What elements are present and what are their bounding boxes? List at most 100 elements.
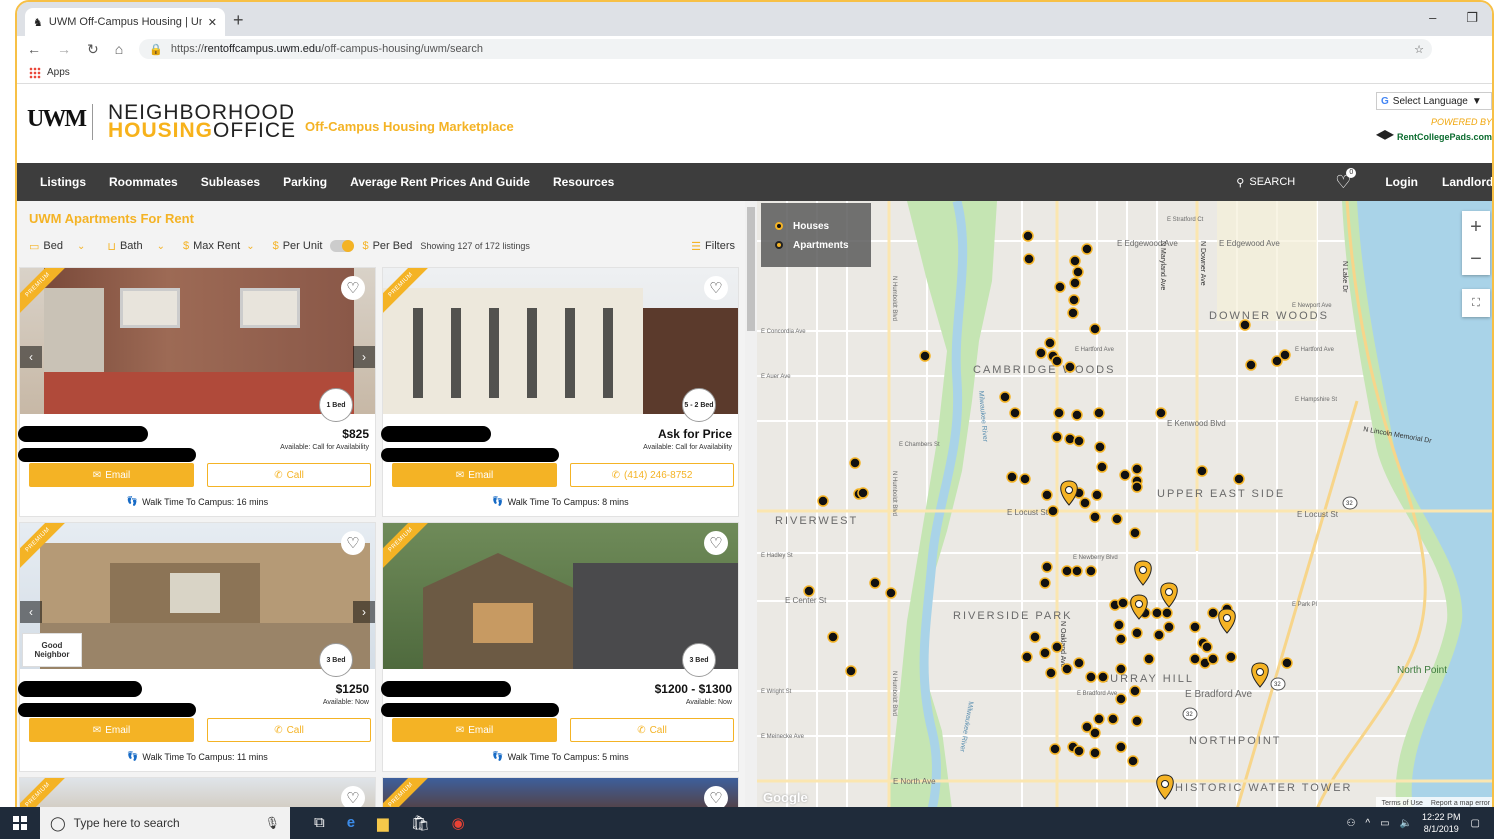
house-marker[interactable] (1161, 607, 1173, 619)
landlords-link[interactable]: Landlords (1442, 175, 1492, 189)
back-icon[interactable]: ← (27, 41, 41, 57)
house-marker[interactable] (1233, 473, 1245, 485)
email-button[interactable]: ✉ Email (29, 718, 194, 742)
house-marker[interactable] (1019, 473, 1031, 485)
house-marker[interactable] (1061, 565, 1073, 577)
network-icon[interactable]: ▭ (1380, 818, 1389, 829)
house-marker[interactable] (1131, 463, 1143, 475)
house-marker[interactable] (1129, 527, 1141, 539)
house-marker[interactable] (1071, 565, 1083, 577)
nav-average-rent[interactable]: Average Rent Prices And Guide (350, 175, 530, 189)
house-marker[interactable] (1041, 489, 1053, 501)
house-marker[interactable] (1085, 671, 1097, 683)
listing-card[interactable]: PREMIUM ♡ 3 Bed $1200 - $1300 Available:… (381, 522, 739, 772)
house-marker[interactable] (1131, 715, 1143, 727)
file-explorer-icon[interactable]: ▆ (377, 814, 389, 832)
new-tab-button[interactable]: + (233, 10, 244, 31)
terms-link[interactable]: Terms of Use (1382, 800, 1423, 807)
favorites-heart-icon[interactable]: ♡ 0 (1335, 167, 1357, 193)
house-marker[interactable] (1039, 577, 1051, 589)
bath-filter[interactable]: ⊔ Bath ⌄ (107, 240, 165, 253)
nav-parking[interactable]: Parking (283, 175, 327, 189)
house-marker[interactable] (1096, 461, 1108, 473)
house-marker[interactable] (1081, 243, 1093, 255)
house-marker[interactable] (1049, 743, 1061, 755)
house-marker[interactable] (1143, 653, 1155, 665)
house-marker[interactable] (1189, 653, 1201, 665)
nav-roommates[interactable]: Roommates (109, 175, 178, 189)
house-marker[interactable] (1045, 667, 1057, 679)
listing-card[interactable]: PREMIUM ♡ ‹ › Good Neighbor 3 Bed $1250 … (18, 522, 376, 772)
house-marker[interactable] (1207, 653, 1219, 665)
star-icon[interactable]: ☆ (1414, 43, 1424, 56)
house-marker[interactable] (1151, 607, 1163, 619)
task-view-icon[interactable]: ⧉ (314, 814, 325, 832)
house-marker[interactable] (1207, 607, 1219, 619)
house-marker[interactable] (1271, 355, 1283, 367)
listing-card[interactable]: PREMIUM ♡ (382, 777, 739, 809)
house-marker[interactable] (1039, 647, 1051, 659)
apps-bookmark[interactable]: Apps (47, 67, 70, 78)
house-marker[interactable] (849, 457, 861, 469)
listing-photo[interactable]: PREMIUM ♡ ‹ › (20, 268, 375, 414)
house-marker[interactable] (1196, 465, 1208, 477)
house-marker[interactable] (1073, 435, 1085, 447)
house-marker[interactable] (1089, 747, 1101, 759)
favorite-heart-icon[interactable]: ♡ (704, 531, 728, 555)
email-button[interactable]: ✉ Email (392, 718, 557, 742)
house-marker[interactable] (1089, 727, 1101, 739)
call-button[interactable]: ✆ Call (207, 718, 371, 742)
email-button[interactable]: ✉ Email (29, 463, 194, 487)
email-button[interactable]: ✉ Email (392, 463, 557, 487)
house-marker[interactable] (885, 587, 897, 599)
house-marker[interactable] (1201, 641, 1213, 653)
listings-scrollbar[interactable] (745, 201, 757, 809)
house-marker[interactable] (1064, 361, 1076, 373)
microphone-icon[interactable]: 🎙 (265, 816, 280, 830)
chevron-up-icon[interactable]: ^ (1365, 818, 1370, 829)
notifications-icon[interactable]: ▢ (1471, 818, 1480, 829)
house-marker[interactable] (1022, 230, 1034, 242)
next-photo-icon[interactable]: › (353, 346, 375, 368)
browser-tab[interactable]: ♞ UWM Off-Campus Housing | Uni ✕ (25, 8, 225, 36)
house-marker[interactable] (1051, 431, 1063, 443)
house-marker[interactable] (1155, 407, 1167, 419)
house-marker[interactable] (1021, 651, 1033, 663)
house-marker[interactable] (1053, 407, 1065, 419)
uwm-logo[interactable]: UWM (27, 106, 87, 133)
house-marker[interactable] (1073, 745, 1085, 757)
house-marker[interactable] (1067, 307, 1079, 319)
house-marker[interactable] (1094, 441, 1106, 453)
fullscreen-icon[interactable]: ⛶ (1462, 289, 1490, 317)
url-input[interactable]: 🔒 https://rentoffcampus.uwm.edu/off-camp… (139, 39, 1432, 59)
house-marker[interactable] (1044, 337, 1056, 349)
people-icon[interactable]: ⚇ (1346, 818, 1355, 829)
house-marker[interactable] (1127, 755, 1139, 767)
house-marker[interactable] (1115, 693, 1127, 705)
per-bed-option[interactable]: $ Per Bed (362, 240, 412, 252)
house-marker[interactable] (1051, 355, 1063, 367)
listing-photo[interactable]: PREMIUM ♡ (383, 778, 738, 809)
house-marker[interactable] (1281, 657, 1293, 669)
house-marker[interactable] (1131, 481, 1143, 493)
house-marker[interactable] (1093, 407, 1105, 419)
house-marker[interactable] (1113, 619, 1125, 631)
map-view[interactable]: DOWNER WOODS CAMBRIDGE WOODS RIVERWEST U… (757, 201, 1492, 809)
house-marker[interactable] (919, 350, 931, 362)
house-marker[interactable] (1119, 469, 1131, 481)
house-marker[interactable] (1029, 631, 1041, 643)
house-marker[interactable] (1069, 277, 1081, 289)
filters-button[interactable]: ☰ Filters (691, 240, 735, 253)
house-marker[interactable] (1163, 621, 1175, 633)
select-language-dropdown[interactable]: G Select Language ▼ (1376, 92, 1492, 110)
edge-icon[interactable]: e (347, 814, 355, 832)
favorite-heart-icon[interactable]: ♡ (704, 786, 728, 809)
house-marker[interactable] (1006, 471, 1018, 483)
listing-card[interactable]: PREMIUM ♡ ‹ › 1 Bed $825 Available: Call… (18, 267, 376, 517)
zoom-in-button[interactable]: + (1462, 211, 1490, 243)
house-marker[interactable] (869, 577, 881, 589)
listing-photo[interactable]: PREMIUM ♡ (20, 778, 375, 809)
house-marker[interactable] (1085, 565, 1097, 577)
house-marker[interactable] (1073, 657, 1085, 669)
house-marker[interactable] (1117, 597, 1129, 609)
